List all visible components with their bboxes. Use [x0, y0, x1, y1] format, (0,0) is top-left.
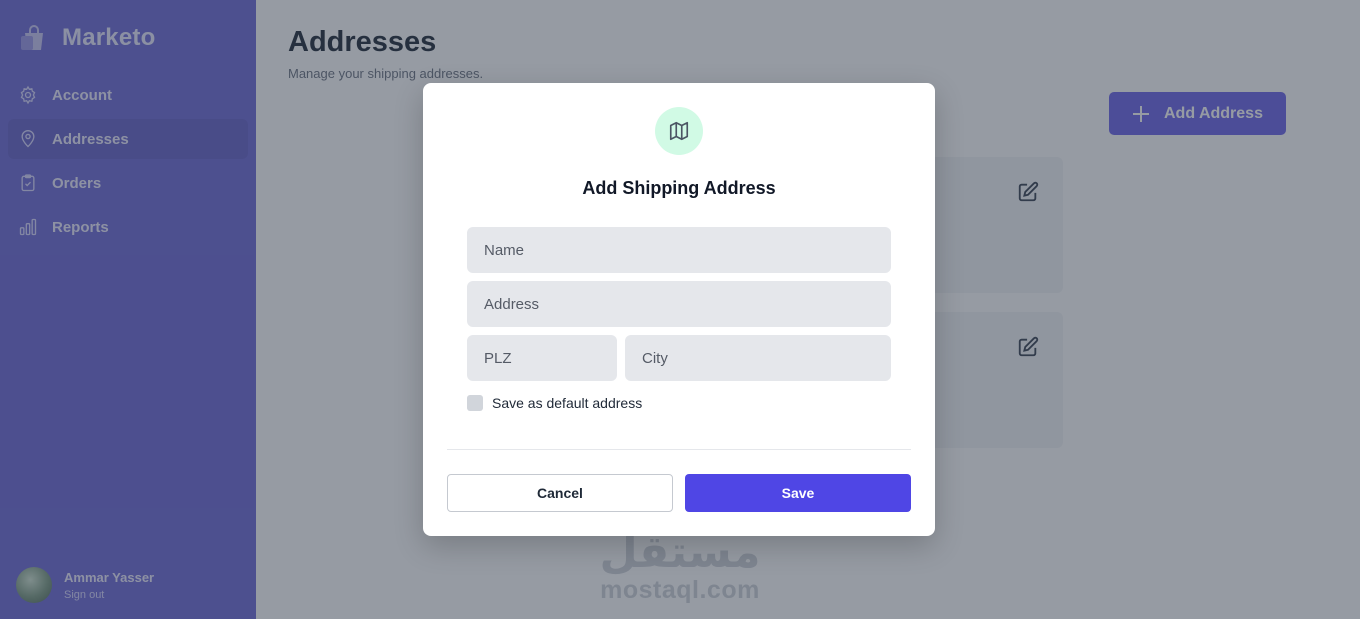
modal-divider [447, 449, 911, 450]
city-field[interactable] [625, 335, 891, 381]
default-address-option[interactable]: Save as default address [467, 395, 642, 411]
map-icon [669, 121, 689, 141]
address-field[interactable] [467, 281, 891, 327]
add-address-modal: Add Shipping Address Save as default add… [423, 83, 935, 536]
modal-icon-badge [655, 107, 703, 155]
plz-field[interactable] [467, 335, 617, 381]
default-address-label: Save as default address [492, 395, 643, 411]
save-button[interactable]: Save [685, 474, 911, 512]
modal-title: Add Shipping Address [582, 178, 776, 198]
default-address-checkbox[interactable] [467, 395, 483, 411]
cancel-button[interactable]: Cancel [447, 474, 673, 512]
name-field[interactable] [467, 227, 891, 273]
